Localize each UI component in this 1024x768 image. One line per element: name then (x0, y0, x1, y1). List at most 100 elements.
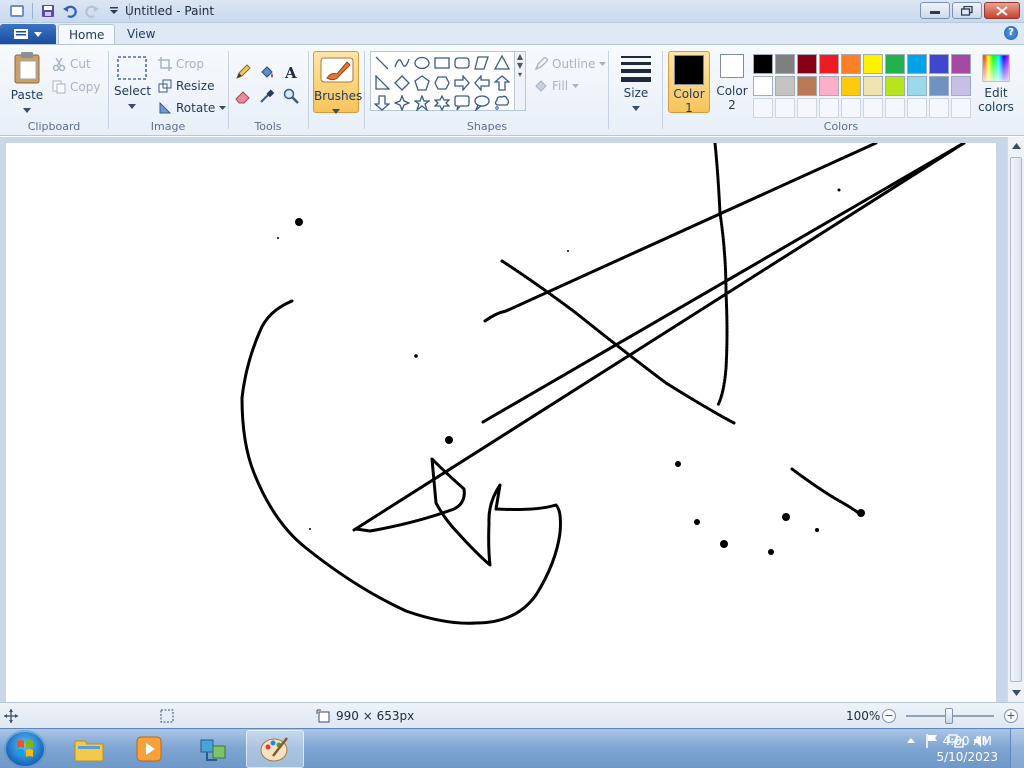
scroll-up-icon[interactable] (1008, 139, 1024, 153)
palette-swatch-custom[interactable] (885, 98, 905, 118)
pencil-icon[interactable] (232, 61, 254, 83)
oval-shape-icon[interactable] (412, 53, 432, 73)
copy-button[interactable]: Copy (52, 78, 100, 96)
close-button[interactable] (984, 2, 1020, 19)
palette-swatch[interactable] (797, 54, 817, 74)
palette-swatch-custom[interactable] (819, 98, 839, 118)
five-point-star-shape-icon[interactable] (412, 93, 432, 113)
rounded-callout-shape-icon[interactable] (452, 93, 472, 113)
taskbar-explorer[interactable] (60, 730, 118, 768)
redo-icon[interactable] (83, 2, 101, 20)
paint-app-icon[interactable] (8, 2, 26, 20)
cut-button[interactable]: Cut (52, 55, 91, 73)
hexagon-shape-icon[interactable] (432, 73, 452, 93)
polygon-shape-icon[interactable] (472, 53, 492, 73)
palette-swatch[interactable] (753, 76, 773, 96)
undo-icon[interactable] (61, 2, 79, 20)
palette-swatch[interactable] (907, 76, 927, 96)
vertical-scrollbar[interactable] (1007, 137, 1024, 702)
fill-button[interactable]: Fill (534, 77, 580, 95)
taskbar-clock[interactable]: 4:00 AM 5/10/2023 (936, 733, 998, 765)
cloud-callout-shape-icon[interactable] (492, 93, 512, 113)
color2-button[interactable]: Color 2 (712, 51, 752, 113)
zoom-out-button[interactable]: − (882, 709, 896, 723)
right-triangle-shape-icon[interactable] (372, 73, 392, 93)
palette-swatch-custom[interactable] (863, 98, 883, 118)
eraser-icon[interactable] (232, 85, 254, 107)
start-button[interactable] (4, 730, 46, 768)
brushes-button[interactable]: Brushes (313, 51, 362, 114)
palette-swatch-custom[interactable] (951, 98, 971, 118)
taskbar-media-player[interactable] (120, 730, 178, 768)
resize-button[interactable]: Resize (158, 77, 214, 95)
crop-button[interactable]: Crop (158, 55, 204, 73)
edit-colors-button[interactable]: Edit colors (974, 53, 1018, 114)
palette-swatch[interactable] (885, 76, 905, 96)
palette-swatch[interactable] (797, 76, 817, 96)
rectangle-shape-icon[interactable] (432, 53, 452, 73)
taskbar-network-app[interactable] (184, 730, 242, 768)
shapes-scroll[interactable]: ▲ ▼ ▾ (514, 51, 526, 111)
select-button[interactable]: Select (114, 55, 151, 112)
palette-swatch[interactable] (819, 54, 839, 74)
color-picker-icon[interactable] (256, 85, 278, 107)
down-arrow-shape-icon[interactable] (372, 93, 392, 113)
outline-button[interactable]: Outline (534, 55, 607, 73)
save-icon[interactable] (39, 2, 57, 20)
line-shape-icon[interactable] (372, 53, 392, 73)
palette-swatch-custom[interactable] (753, 98, 773, 118)
palette-swatch[interactable] (863, 76, 883, 96)
rounded-rectangle-shape-icon[interactable] (452, 53, 472, 73)
four-point-star-shape-icon[interactable] (392, 93, 412, 113)
taskbar-paint[interactable] (246, 730, 304, 768)
scroll-thumb[interactable] (1010, 157, 1022, 682)
triangle-shape-icon[interactable] (492, 53, 512, 73)
paste-button[interactable]: Paste (8, 51, 46, 116)
oval-callout-shape-icon[interactable] (472, 93, 492, 113)
scroll-down-icon[interactable] (1008, 686, 1024, 700)
palette-swatch[interactable] (951, 54, 971, 74)
palette-swatch[interactable] (819, 76, 839, 96)
text-icon[interactable]: A (280, 61, 302, 83)
tab-home[interactable]: Home (58, 24, 116, 45)
minimize-button[interactable] (920, 2, 950, 19)
fill-bucket-icon[interactable] (256, 61, 278, 83)
zoom-in-button[interactable]: + (1004, 709, 1018, 723)
six-point-star-shape-icon[interactable] (432, 93, 452, 113)
palette-swatch[interactable] (929, 76, 949, 96)
size-button[interactable]: Size (616, 53, 656, 114)
diamond-shape-icon[interactable] (392, 73, 412, 93)
palette-swatch[interactable] (885, 54, 905, 74)
palette-swatch[interactable] (907, 54, 927, 74)
left-arrow-shape-icon[interactable] (472, 73, 492, 93)
palette-swatch[interactable] (775, 76, 795, 96)
rotate-button[interactable]: Rotate (158, 99, 227, 117)
palette-swatch[interactable] (841, 76, 861, 96)
up-arrow-shape-icon[interactable] (492, 73, 512, 93)
tab-view[interactable]: View (117, 24, 165, 45)
palette-swatch[interactable] (775, 54, 795, 74)
palette-swatch-custom[interactable] (797, 98, 817, 118)
palette-swatch[interactable] (841, 54, 861, 74)
palette-swatch[interactable] (863, 54, 883, 74)
customize-qat-icon[interactable] (105, 2, 123, 20)
right-arrow-shape-icon[interactable] (452, 73, 472, 93)
palette-swatch-custom[interactable] (841, 98, 861, 118)
help-icon[interactable]: ? (1004, 26, 1018, 40)
magnifier-icon[interactable] (280, 85, 302, 107)
palette-swatch-custom[interactable] (907, 98, 927, 118)
drawing-canvas[interactable] (6, 141, 996, 702)
show-desktop-button[interactable] (1010, 729, 1024, 768)
zoom-slider-thumb[interactable] (945, 708, 953, 724)
pentagon-shape-icon[interactable] (412, 73, 432, 93)
paint-menu-button[interactable] (0, 24, 56, 44)
show-hidden-icons-icon[interactable] (906, 736, 916, 746)
palette-swatch[interactable] (753, 54, 773, 74)
palette-swatch-custom[interactable] (775, 98, 795, 118)
palette-swatch[interactable] (951, 76, 971, 96)
palette-swatch-custom[interactable] (929, 98, 949, 118)
restore-button[interactable] (952, 2, 982, 19)
color1-button[interactable]: Color 1 (668, 51, 710, 115)
curve-shape-icon[interactable] (392, 53, 412, 73)
palette-swatch[interactable] (929, 54, 949, 74)
